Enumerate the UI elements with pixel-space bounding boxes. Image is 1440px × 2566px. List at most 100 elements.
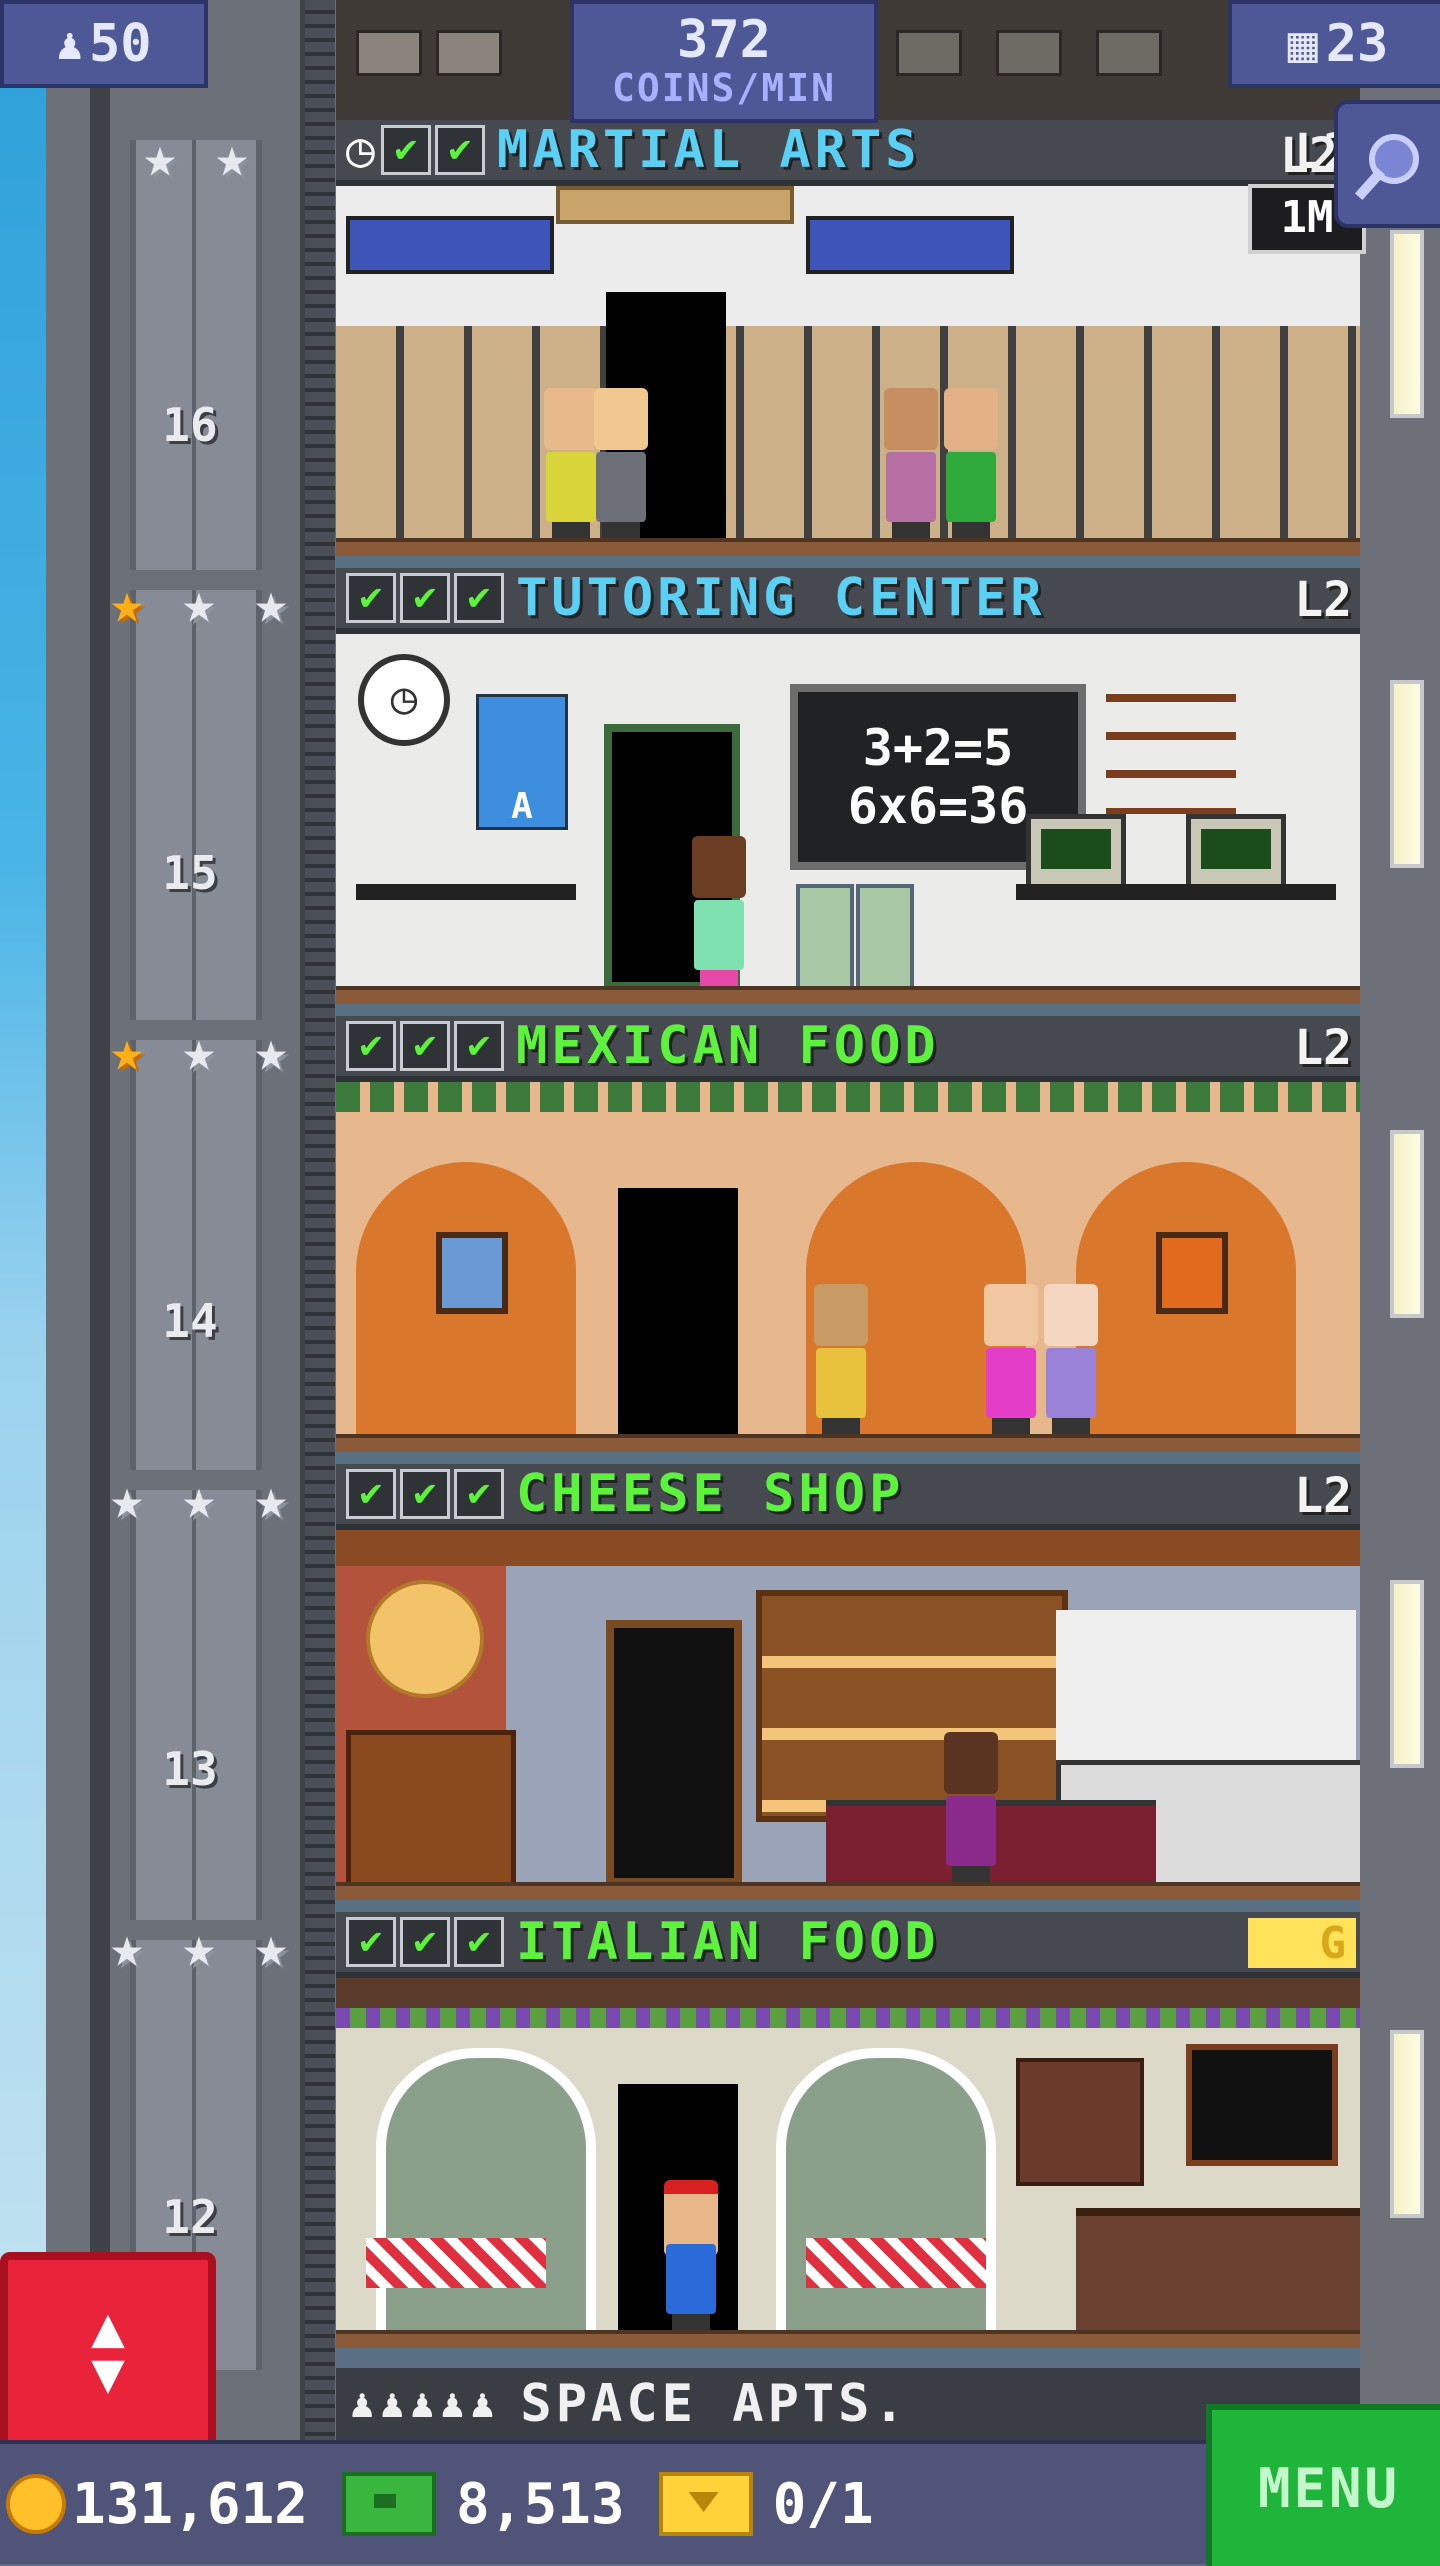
stock-checks: ✔ ✔ ✔ (346, 1021, 504, 1071)
floor-interior (336, 186, 1360, 556)
floor-interior: ◷ A 3+2=5 6x6=36 (336, 634, 1360, 1004)
apple-poster: A (476, 694, 568, 830)
elevator-car (130, 140, 262, 570)
coin-icon (6, 2474, 66, 2534)
bux-icon (342, 2472, 437, 2536)
floor-counter[interactable]: ▦ 23 (1228, 0, 1440, 88)
star-icon: ★ (182, 1019, 216, 1084)
coins-value: 131,612 (72, 2471, 309, 2537)
elevator-down-icon: ▼ (91, 2341, 125, 2406)
star-icon: ★ (254, 1467, 288, 1532)
coins-display[interactable]: 131,612 (0, 2472, 308, 2537)
lit-window (1390, 2030, 1424, 2218)
floor-interior (336, 1978, 1360, 2348)
coins-per-min-value: 372 (677, 9, 771, 70)
floor-martial-arts[interactable]: ◷ ✔ ✔ MARTIAL ARTS L2 (336, 120, 1360, 568)
star-icon: ★ (215, 125, 249, 190)
chalkboard-line: 6x6=36 (847, 777, 1029, 835)
clock-icon: ◷ (346, 122, 375, 178)
check-icon: ✔ (400, 1469, 450, 1519)
star-icon: ★ (110, 571, 144, 636)
population-value: 50 (88, 14, 152, 74)
stock-checks: ✔ ✔ ✔ (346, 1917, 504, 1967)
floor-star-rating: ★ ★ ★ (95, 1468, 303, 1538)
floor-count-value: 23 (1325, 14, 1389, 74)
bux-display[interactable]: 8,513 (342, 2472, 625, 2537)
check-icon: ✔ (400, 1021, 450, 1071)
star-icon: ★ (110, 1467, 144, 1532)
population-counter[interactable]: ♟ 50 (0, 0, 208, 88)
floor-header: ✔ ✔ ✔ CHEESE SHOP L2 (336, 1464, 1360, 1530)
lit-window (1390, 230, 1424, 418)
tickets-value: 0/1 (772, 2471, 874, 2537)
check-icon: ✔ (454, 1469, 504, 1519)
star-icon: ★ (182, 571, 216, 636)
floor-number: 14 (162, 1294, 218, 1348)
floor-star-rating: ★ ★ ★ (95, 1916, 303, 1986)
floor-interior (336, 1530, 1360, 1900)
lit-window (1390, 1130, 1424, 1318)
floor-name: SPACE APTS. (520, 2374, 909, 2434)
menu-button[interactable]: MENU (1206, 2404, 1440, 2566)
doorway (606, 1620, 742, 1886)
lit-window (1390, 1580, 1424, 1768)
floor-italian-food[interactable]: ✔ ✔ ✔ ITALIAN FOOD G (336, 1912, 1360, 2360)
resident-icons: ♟♟♟♟♟ (350, 2381, 501, 2427)
elevator-car (130, 590, 262, 1020)
star-icon: ★ (254, 571, 288, 636)
floor-number: 16 (162, 398, 218, 452)
floor-mexican-food[interactable]: ✔ ✔ ✔ MEXICAN FOOD L2 (336, 1016, 1360, 1464)
chalkboard-line: 3+2=5 (862, 719, 1014, 777)
floor-number: 13 (162, 1742, 218, 1796)
floor-level: L2 (1294, 1020, 1352, 1076)
population-icon: ♟ (56, 18, 83, 70)
clock-icon: ◷ (358, 654, 450, 746)
magnifier-icon (1354, 134, 1419, 201)
gold-level-badge: G (1248, 1918, 1356, 1969)
check-icon: ✔ (346, 1917, 396, 1967)
floor-header: ✔ ✔ ✔ TUTORING CENTER L2 (336, 568, 1360, 634)
top-floor-level: L2 (1280, 128, 1338, 184)
check-icon: ✔ (454, 1021, 504, 1071)
star-icon: ★ (110, 1915, 144, 1980)
elevator-car (130, 1040, 262, 1470)
bux-value: 8,513 (456, 2471, 625, 2537)
floor-star-rating: ★ ★ (128, 126, 264, 196)
stock-checks: ✔ ✔ ✔ (346, 573, 504, 623)
poster-letter: A (511, 786, 533, 827)
floor-name: MEXICAN FOOD (516, 1016, 940, 1076)
floor-cheese-shop[interactable]: ✔ ✔ ✔ CHEESE SHOP L2 (336, 1464, 1360, 1912)
star-icon: ★ (182, 1467, 216, 1532)
tickets-display[interactable]: 0/1 (658, 2471, 874, 2537)
floor-header: ◷ ✔ ✔ MARTIAL ARTS L2 (336, 120, 1360, 186)
floor-header: ✔ ✔ ✔ MEXICAN FOOD L2 (336, 1016, 1360, 1082)
floor-number: 15 (162, 846, 218, 900)
elevator-button[interactable]: ▲ ▼ (0, 2252, 216, 2450)
floor-name: ITALIAN FOOD (516, 1912, 940, 1972)
floor-number: 12 (162, 2190, 218, 2244)
stock-checks: ✔ ✔ (380, 125, 485, 175)
floor-name: MARTIAL ARTS (496, 120, 921, 180)
check-icon: ✔ (380, 125, 431, 175)
check-icon: ✔ (400, 1917, 450, 1967)
elevator-car (130, 1490, 262, 1920)
floor-level: L2 (1294, 572, 1352, 628)
floor-tutoring-center[interactable]: ✔ ✔ ✔ TUTORING CENTER L2 ◷ A 3+2=5 6x6=3… (336, 568, 1360, 1016)
floor-header: ✔ ✔ ✔ ITALIAN FOOD G (336, 1912, 1360, 1978)
check-icon: ✔ (434, 125, 485, 175)
star-icon: ★ (254, 1915, 288, 1980)
shaft-wall (305, 0, 335, 2440)
doorway (618, 1188, 738, 1438)
floor-level: L2 (1294, 1468, 1352, 1524)
star-icon: ★ (110, 1019, 144, 1084)
check-icon: ✔ (346, 1021, 396, 1071)
check-icon: ✔ (346, 573, 396, 623)
floor-name: TUTORING CENTER (516, 568, 1046, 628)
search-button[interactable] (1334, 100, 1440, 228)
floor-star-rating: ★ ★ ★ (95, 1020, 303, 1090)
floor-star-rating: ★ ★ ★ (95, 572, 303, 642)
floor-interior (336, 1082, 1360, 1452)
building-icon: ▦ (1287, 15, 1318, 73)
check-icon: ✔ (400, 573, 450, 623)
coins-per-min-panel: 372 COINS/MIN (570, 0, 878, 123)
